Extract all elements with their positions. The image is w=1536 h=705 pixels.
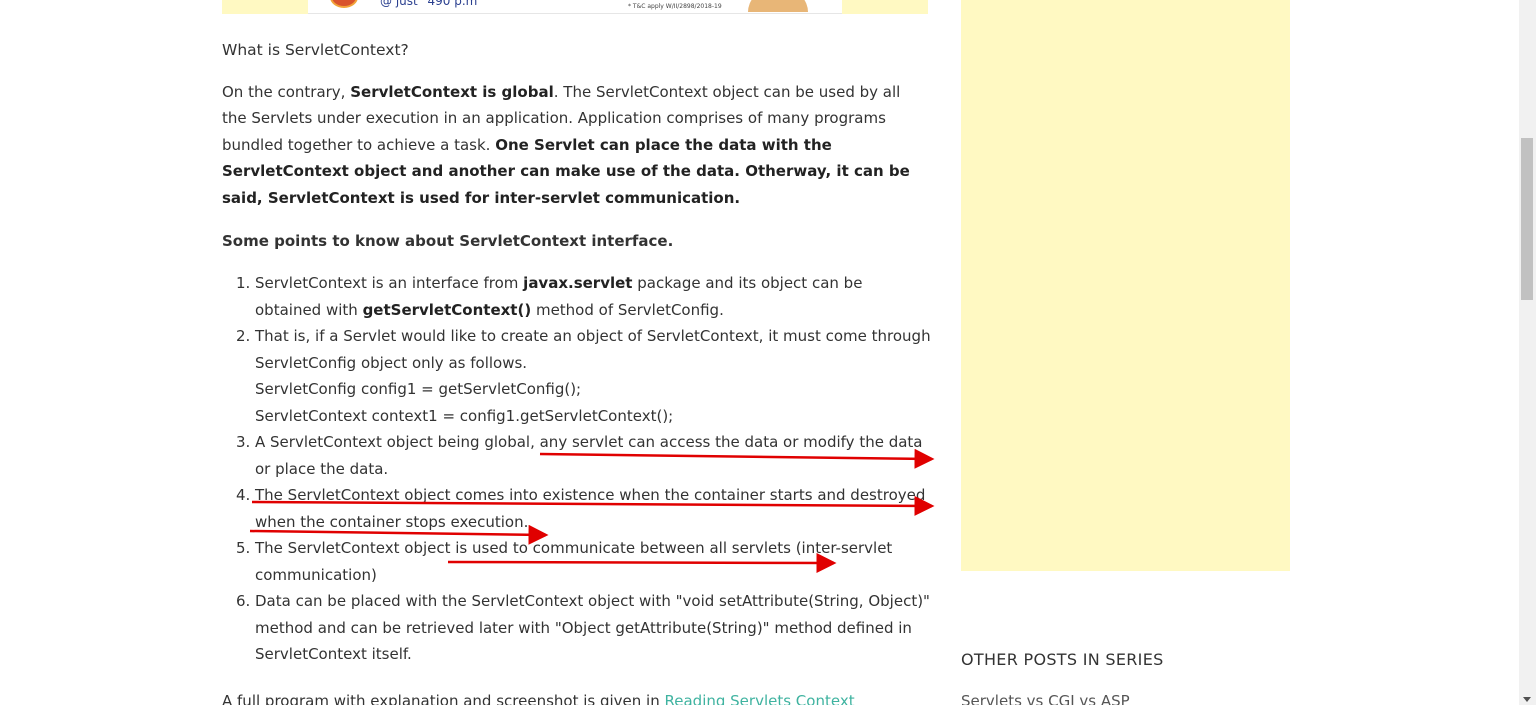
list-item: 2. That is, if a Servlet would like to c… xyxy=(222,323,932,429)
list-number: 6. xyxy=(236,592,251,610)
section-heading: What is ServletContext? xyxy=(222,41,409,59)
ad-creative[interactable]: @ just `490 p.m * T&C apply W/II/2898/20… xyxy=(308,0,842,14)
points-list: 1. ServletContext is an interface from j… xyxy=(222,270,932,668)
ad-image xyxy=(748,0,808,12)
code-line: ServletConfig config1 = getServletConfig… xyxy=(255,380,582,398)
list-number: 3. xyxy=(236,433,251,451)
list-item: 1. ServletContext is an interface from j… xyxy=(222,270,932,323)
ad-logo xyxy=(330,0,358,8)
top-ad-banner[interactable]: @ just `490 p.m * T&C apply W/II/2898/20… xyxy=(222,0,928,14)
list-number: 5. xyxy=(236,539,251,557)
list-number: 1. xyxy=(236,274,251,292)
sidebar-ad[interactable] xyxy=(961,0,1290,571)
list-item: 4. The ServletContext object comes into … xyxy=(222,482,932,535)
reading-servlets-context-link[interactable]: Reading Servlets Context xyxy=(665,692,855,705)
list-number: 2. xyxy=(236,327,251,345)
page-scrollbar[interactable] xyxy=(1519,0,1536,705)
ad-terms: * T&C apply W/II/2898/2018-19 xyxy=(628,3,722,10)
scrollbar-thumb[interactable] xyxy=(1521,138,1533,300)
closing-paragraph: A full program with explanation and scre… xyxy=(222,688,928,705)
list-item: 3. A ServletContext object being global,… xyxy=(222,429,932,482)
code-line: ServletContext context1 = config1.getSer… xyxy=(255,406,674,425)
series-title: OTHER POSTS IN SERIES xyxy=(961,650,1164,669)
list-item: 6. Data can be placed with the ServletCo… xyxy=(222,588,932,668)
series-post-link[interactable]: Servlets vs CGI vs ASP xyxy=(961,692,1130,705)
points-intro: Some points to know about ServletContext… xyxy=(222,232,674,250)
scroll-down-icon[interactable] xyxy=(1523,697,1531,702)
intro-paragraph: On the contrary, ServletContext is globa… xyxy=(222,83,910,207)
ad-text: @ just `490 p.m xyxy=(380,0,478,8)
list-number: 4. xyxy=(236,486,251,504)
list-item: 5. The ServletContext object is used to … xyxy=(222,535,932,588)
